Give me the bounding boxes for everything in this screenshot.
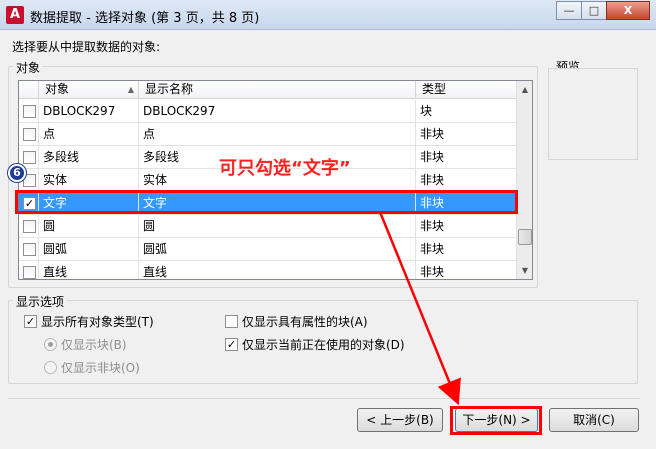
header-display-name[interactable]: 显示名称: [139, 81, 416, 99]
blocks-with-attributes-check[interactable]: [225, 315, 238, 328]
scroll-up-arrow-icon[interactable]: ▲: [517, 81, 532, 98]
blocks-with-attributes-label: 仅显示具有属性的块(A): [242, 315, 368, 329]
display-name-cell: 圆弧: [139, 238, 416, 261]
row-checkbox-cell: [19, 100, 39, 123]
table-row[interactable]: DBLOCK297 DBLOCK297 块: [19, 100, 517, 123]
next-button-highlight: [450, 406, 542, 435]
row-checkbox[interactable]: [23, 151, 36, 164]
type-cell: 非块: [420, 127, 445, 141]
scroll-down-arrow-icon[interactable]: ▼: [517, 262, 532, 279]
display-name-cell: 直线: [139, 261, 416, 279]
row-checkbox[interactable]: [23, 105, 36, 118]
show-all-types-label: 显示所有对象类型(T): [41, 315, 154, 329]
header-object[interactable]: 对象 ▲: [39, 81, 139, 99]
table-row[interactable]: 圆弧 圆弧 非块: [19, 238, 517, 261]
list-scrollbar[interactable]: ▲ ▼: [516, 81, 532, 279]
non-blocks-only-radio-icon[interactable]: [44, 361, 57, 374]
display-name-cell: 点: [139, 123, 416, 146]
row-checkbox[interactable]: [23, 128, 36, 141]
maximize-button[interactable]: □: [581, 1, 607, 20]
object-name-cell: DBLOCK297: [39, 100, 139, 123]
object-name-cell: 点: [39, 123, 139, 146]
footer-separator: [8, 398, 640, 399]
row-checkbox[interactable]: [23, 243, 36, 256]
show-all-types-checkbox[interactable]: ✓ 显示所有对象类型(T): [24, 314, 154, 330]
header-checkbox-column: [19, 81, 39, 99]
sort-ascending-icon: ▲: [127, 85, 134, 94]
window-controls: — □ X: [556, 1, 650, 21]
window-title: 数据提取 - 选择对象 (第 3 页，共 8 页): [30, 11, 260, 26]
objects-in-use-label: 仅显示当前正在使用的对象(D): [242, 338, 405, 352]
table-row[interactable]: 点点非块: [19, 123, 517, 146]
header-object-label: 对象: [45, 82, 70, 96]
object-name-cell: 多段线: [39, 146, 139, 169]
blocks-only-radio[interactable]: 仅显示块(B): [44, 337, 127, 353]
row-checkbox-cell: [19, 123, 39, 146]
back-button[interactable]: < 上一步(B): [357, 408, 443, 432]
non-blocks-only-radio[interactable]: 仅显示非块(O): [44, 360, 140, 376]
object-name-cell: 圆: [39, 215, 139, 238]
list-header: 对象 ▲ 显示名称 类型: [19, 81, 517, 99]
row-checkbox[interactable]: [23, 220, 36, 233]
non-blocks-only-label: 仅显示非块(O): [61, 361, 140, 375]
object-name-cell: 直线: [39, 261, 139, 279]
type-cell: 非块: [420, 173, 445, 187]
type-cell: 非块: [420, 242, 445, 256]
type-cell: 块: [420, 104, 433, 118]
display-options-label: 显示选项: [13, 293, 68, 310]
row-checkbox-cell: [19, 238, 39, 261]
type-cell: 非块: [420, 150, 445, 164]
step-number-badge: 6: [8, 164, 26, 182]
scrollbar-thumb[interactable]: [518, 229, 532, 245]
show-all-types-check[interactable]: ✓: [24, 315, 37, 328]
objects-in-use-check[interactable]: ✓: [225, 338, 238, 351]
blocks-with-attributes-checkbox[interactable]: 仅显示具有属性的块(A): [225, 314, 368, 330]
autocad-app-icon[interactable]: A: [6, 6, 24, 24]
object-list[interactable]: 对象 ▲ 显示名称 类型 DBLOCK297 DBLOCK297 块点点非块 多段线多…: [18, 80, 533, 280]
table-row[interactable]: 直线 直线 非块: [19, 261, 517, 279]
blocks-only-radio-icon[interactable]: [44, 338, 57, 351]
blocks-only-label: 仅显示块(B): [61, 338, 127, 352]
preview-area: [548, 68, 638, 160]
display-name-cell: 圆: [139, 215, 416, 238]
object-name-cell: 圆弧: [39, 238, 139, 261]
row-checkbox-cell: [19, 215, 39, 238]
type-cell: 非块: [420, 265, 445, 279]
title-bar: A 数据提取 - 选择对象 (第 3 页，共 8 页) — □ X: [0, 0, 656, 30]
display-name-cell: DBLOCK297: [139, 100, 416, 123]
row-checkbox-cell: [19, 261, 39, 279]
selected-row-highlight: [15, 190, 518, 214]
close-button[interactable]: X: [606, 1, 650, 20]
objects-in-use-checkbox[interactable]: ✓ 仅显示当前正在使用的对象(D): [225, 337, 405, 353]
header-type[interactable]: 类型: [416, 81, 517, 99]
minimize-button[interactable]: —: [556, 1, 582, 20]
instruction-text: 选择要从中提取数据的对象:: [12, 40, 161, 54]
cancel-button[interactable]: 取消(C): [549, 408, 639, 432]
row-checkbox[interactable]: [23, 266, 36, 279]
table-row[interactable]: 圆圆非块: [19, 215, 517, 238]
object-name-cell: 实体: [39, 169, 139, 192]
type-cell: 非块: [420, 219, 445, 233]
objects-group-label: 对象: [13, 59, 44, 76]
annotation-text: 可只勾选“文字”: [219, 158, 351, 179]
